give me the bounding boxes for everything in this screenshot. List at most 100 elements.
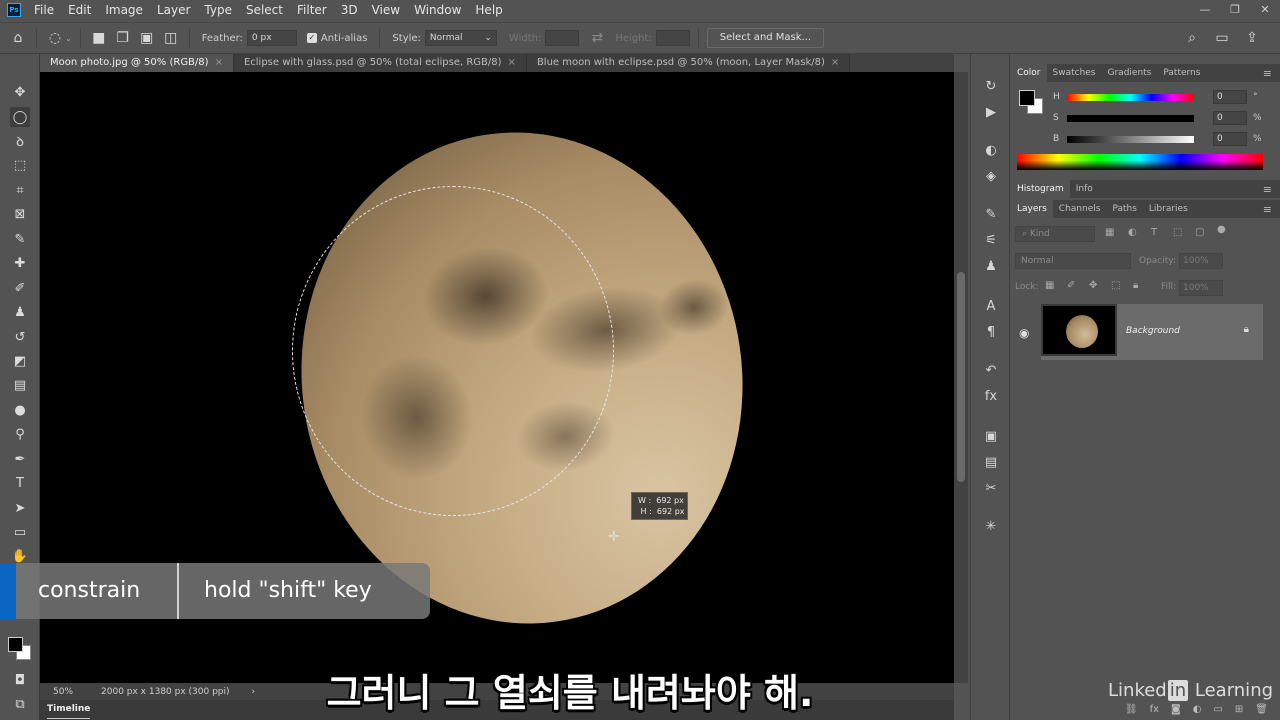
intersect-selection-icon[interactable]: ◫	[161, 28, 181, 48]
new-layer-icon[interactable]: ⊞	[1235, 704, 1243, 715]
glyphs-panel-icon[interactable]: ↶	[981, 360, 1001, 380]
color-spectrum-ramp[interactable]	[1017, 154, 1263, 170]
tab-patterns[interactable]: Patterns	[1157, 64, 1206, 82]
tab-paths[interactable]: Paths	[1106, 200, 1142, 218]
anti-alias-checkbox[interactable]: ✓	[306, 33, 317, 43]
doc-tab-eclipse-with-glass[interactable]: Eclipse with glass.psd @ 50% (total ecli…	[233, 54, 527, 72]
menu-view[interactable]: View	[365, 0, 407, 20]
subtract-from-selection-icon[interactable]: ▣	[137, 28, 157, 48]
filter-toggle-icon[interactable]: ●	[1217, 224, 1226, 235]
blend-mode-select[interactable]: Normal	[1015, 253, 1131, 269]
eraser-tool-icon[interactable]: ◩	[10, 351, 30, 371]
menu-edit[interactable]: Edit	[61, 0, 98, 20]
brushes-panel-icon[interactable]: ✎	[981, 204, 1001, 224]
tab-color[interactable]: Color	[1011, 64, 1047, 82]
color-fg-swatch[interactable]	[1019, 90, 1035, 106]
chevron-down-icon[interactable]: ⌄	[65, 34, 72, 43]
add-style-icon[interactable]: fx	[1150, 704, 1159, 715]
brush-settings-icon[interactable]: ⚟	[981, 230, 1001, 250]
quick-mask-icon[interactable]: ◘	[10, 670, 30, 690]
width-input[interactable]	[545, 30, 580, 46]
clone-source-icon[interactable]: ♟	[981, 256, 1001, 276]
lock-transparent-icon[interactable]: ▦	[1045, 280, 1054, 291]
rectangle-tool-icon[interactable]: ▭	[10, 522, 30, 542]
lock-artboard-icon[interactable]: ⬚	[1111, 280, 1120, 291]
notes-panel-icon[interactable]: ▤	[981, 452, 1001, 472]
zoom-level[interactable]: 50%	[53, 687, 73, 697]
layer-row-background[interactable]: Background 🔒︎	[1041, 304, 1263, 360]
delete-layer-icon[interactable]: 🗑︎	[1255, 704, 1268, 715]
crop-tool-icon[interactable]: ⌗	[10, 180, 30, 200]
clone-stamp-tool-icon[interactable]: ♟	[10, 302, 30, 322]
tab-gradients[interactable]: Gradients	[1102, 64, 1158, 82]
history-panel-icon[interactable]: ↻	[981, 76, 1001, 96]
panel-menu-icon[interactable]: ≡	[1263, 203, 1272, 216]
tab-info[interactable]: Info	[1070, 180, 1099, 198]
tab-channels[interactable]: Channels	[1053, 200, 1107, 218]
tab-libraries[interactable]: Libraries	[1143, 200, 1194, 218]
menu-3d[interactable]: 3D	[334, 0, 365, 20]
screen-mode-icon[interactable]: ⧉	[10, 694, 30, 714]
foreground-color-swatch[interactable]	[8, 637, 23, 652]
layer-name[interactable]: Background	[1126, 326, 1180, 336]
workspace-icon[interactable]: ▭	[1212, 28, 1232, 48]
frame-tool-icon[interactable]: ⊠	[10, 204, 30, 224]
home-icon[interactable]: ⌂	[8, 28, 28, 48]
layer-filter-kind[interactable]: ⌕ Kind	[1015, 226, 1095, 242]
doc-tab-moon-photo[interactable]: Moon photo.jpg @ 50% (RGB/8) ×	[40, 54, 234, 72]
fill-input[interactable]: 100%	[1179, 280, 1223, 296]
3d-panel-icon[interactable]: ✳	[981, 516, 1001, 536]
tab-histogram[interactable]: Histogram	[1011, 180, 1070, 198]
saturation-value-input[interactable]: 0	[1213, 111, 1247, 125]
brush-tool-icon[interactable]: ✐	[10, 278, 30, 298]
healing-brush-tool-icon[interactable]: ✚	[10, 253, 30, 273]
filter-smart-object-icon[interactable]: ▢	[1195, 227, 1204, 238]
tools-presets-icon[interactable]: ✂	[981, 478, 1001, 498]
actions-panel-icon[interactable]: ▶	[981, 102, 1001, 122]
doc-tab-blue-moon[interactable]: Blue moon with eclipse.psd @ 50% (moon, …	[526, 54, 851, 72]
menu-image[interactable]: Image	[98, 0, 150, 20]
height-input[interactable]	[655, 30, 690, 46]
menu-help[interactable]: Help	[468, 0, 509, 20]
close-icon[interactable]: ×	[215, 57, 223, 68]
properties-panel-icon[interactable]: ▣	[981, 426, 1001, 446]
elliptical-marquee-tool-icon[interactable]: ◯	[10, 107, 30, 127]
filter-shape-icon[interactable]: ⬚	[1173, 227, 1182, 238]
tab-swatches[interactable]: Swatches	[1047, 64, 1102, 82]
tab-layers[interactable]: Layers	[1011, 200, 1053, 218]
move-tool-icon[interactable]: ✥	[10, 82, 30, 102]
lock-position-icon[interactable]: ✥	[1089, 280, 1097, 291]
layer-style-icon[interactable]: fx	[981, 386, 1001, 406]
panel-menu-icon[interactable]: ≡	[1263, 67, 1272, 80]
swap-icon[interactable]: ⇄	[587, 28, 607, 48]
type-tool-icon[interactable]: T	[10, 473, 30, 493]
minimize-button[interactable]: —	[1190, 0, 1220, 20]
filter-pixel-icon[interactable]: ▦	[1105, 227, 1114, 238]
lock-image-icon[interactable]: ✐	[1067, 280, 1075, 291]
opacity-input[interactable]: 100%	[1179, 253, 1223, 269]
brightness-slider[interactable]	[1067, 136, 1194, 143]
dodge-tool-icon[interactable]: ⚲	[10, 424, 30, 444]
share-icon[interactable]: ⇪	[1242, 28, 1262, 48]
object-selection-tool-icon[interactable]: ⬚	[10, 155, 30, 175]
select-and-mask-button[interactable]: Select and Mask...	[706, 28, 825, 48]
layer-visibility-eye-icon[interactable]: ◉	[1019, 326, 1029, 340]
eyedropper-tool-icon[interactable]: ✎	[10, 229, 30, 249]
add-to-selection-icon[interactable]: ❐	[113, 28, 133, 48]
link-layers-icon[interactable]: ⛓	[1125, 704, 1138, 715]
restore-button[interactable]: ❐	[1220, 0, 1250, 20]
close-icon[interactable]: ×	[508, 57, 516, 68]
menu-file[interactable]: File	[27, 0, 61, 20]
lock-all-icon[interactable]: 🔒︎	[1133, 280, 1138, 291]
gradient-tool-icon[interactable]: ▤	[10, 375, 30, 395]
pen-tool-icon[interactable]: ✒	[10, 449, 30, 469]
elliptical-marquee-preset-icon[interactable]: ◌	[45, 28, 65, 48]
lasso-tool-icon[interactable]: ꝺ	[10, 131, 30, 151]
hue-slider[interactable]	[1067, 94, 1194, 101]
search-icon[interactable]: ⌕	[1182, 28, 1202, 48]
history-brush-tool-icon[interactable]: ↺	[10, 327, 30, 347]
paragraph-panel-icon[interactable]: ¶	[981, 322, 1001, 342]
feather-input[interactable]: 0 px	[246, 30, 297, 46]
new-adjustment-icon[interactable]: ◐	[1193, 704, 1202, 715]
new-selection-icon[interactable]: ■	[89, 28, 109, 48]
